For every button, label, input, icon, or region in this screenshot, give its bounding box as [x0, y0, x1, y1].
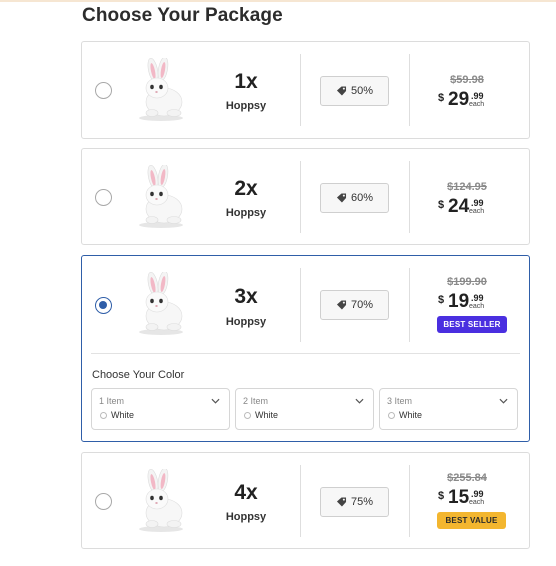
column-divider: [300, 268, 301, 342]
price-dollars: 19: [448, 291, 470, 312]
best-value-badge: BEST VALUE: [437, 512, 506, 529]
currency-symbol: $: [438, 199, 445, 211]
column-divider: [300, 161, 301, 233]
discount-value: 70%: [350, 299, 374, 311]
price-dollars: 15: [448, 487, 470, 508]
column-divider: [409, 54, 410, 126]
column-divider: [300, 54, 301, 126]
original-price: $59.98: [450, 74, 484, 86]
package-quantity: 2x: [234, 177, 258, 200]
discount-badge: 50%: [320, 76, 389, 106]
discount-badge: 60%: [320, 183, 389, 213]
select-color-value: White: [388, 410, 422, 420]
package-radio[interactable]: [95, 82, 112, 99]
currency-symbol: $: [438, 92, 445, 104]
original-price: $199.90: [447, 276, 487, 288]
package-quantity: 1x: [234, 70, 258, 93]
tag-icon: [336, 300, 347, 310]
package-radio[interactable]: [95, 297, 112, 314]
color-value-text: White: [111, 410, 135, 420]
column-divider: [409, 465, 410, 537]
discount-value: 50%: [350, 85, 374, 97]
price-dollars: 24: [448, 196, 470, 217]
product-name: Hoppsy: [225, 100, 267, 112]
chevron-down-icon: [499, 398, 508, 404]
price-cents: .99: [471, 198, 484, 208]
price-each: each: [469, 303, 485, 310]
select-color-value: White: [244, 410, 278, 420]
tag-icon: [336, 497, 347, 507]
color-select-item-3[interactable]: 3 Item White: [379, 388, 518, 430]
product-name: Hoppsy: [225, 511, 267, 523]
price-each: each: [469, 499, 485, 506]
column-divider: [409, 268, 410, 342]
original-price: $255.84: [447, 472, 487, 484]
color-picker-title: Choose Your Color: [92, 369, 185, 381]
price-cents: .99: [471, 91, 484, 101]
color-dot-icon: [388, 411, 395, 419]
tag-icon: [336, 193, 347, 203]
price-cents: .99: [471, 489, 484, 499]
discount-value: 75%: [350, 496, 374, 508]
price-each: each: [469, 208, 485, 215]
bunny-plush-image: [130, 469, 190, 533]
color-select-item-2[interactable]: 2 Item White: [235, 388, 374, 430]
color-value-text: White: [255, 410, 279, 420]
price-cents: .99: [471, 293, 484, 303]
best-seller-badge: BEST SELLER: [437, 316, 507, 333]
discount-badge: 70%: [320, 290, 389, 320]
price-each: each: [469, 101, 485, 108]
chevron-down-icon: [355, 398, 364, 404]
chevron-down-icon: [211, 398, 220, 404]
product-name: Hoppsy: [225, 207, 267, 219]
bunny-plush-image: [130, 165, 190, 229]
package-radio[interactable]: [95, 493, 112, 510]
select-item-label: 2 Item: [243, 396, 269, 406]
column-divider: [300, 465, 301, 537]
package-radio[interactable]: [95, 189, 112, 206]
original-price: $124.95: [447, 181, 487, 193]
currency-symbol: $: [438, 294, 445, 306]
package-card-3x[interactable]: 3x Hoppsy 70% $199.90 $ 19 .99 each BEST…: [81, 255, 530, 442]
bunny-plush-image: [130, 58, 190, 122]
currency-symbol: $: [438, 490, 445, 502]
select-item-label: 1 Item: [99, 396, 125, 406]
top-divider: [0, 0, 556, 2]
package-quantity: 4x: [234, 481, 258, 504]
select-item-label: 3 Item: [387, 396, 413, 406]
select-color-value: White: [100, 410, 134, 420]
column-divider: [409, 161, 410, 233]
section-divider: [91, 353, 520, 354]
price-dollars: 29: [448, 89, 470, 110]
color-dot-icon: [100, 411, 107, 419]
color-select-item-1[interactable]: 1 Item White: [91, 388, 230, 430]
package-card-2x[interactable]: 2x Hoppsy 60% $124.95 $ 24 .99 each: [81, 148, 530, 245]
discount-value: 60%: [350, 192, 374, 204]
bunny-plush-image: [130, 272, 190, 336]
page-title: Choose Your Package: [82, 5, 283, 26]
discount-badge: 75%: [320, 487, 389, 517]
color-dot-icon: [244, 411, 251, 419]
product-name: Hoppsy: [225, 316, 267, 328]
package-card-1x[interactable]: 1x Hoppsy 50% $59.98 $ 29 .99 each: [81, 41, 530, 139]
package-quantity: 3x: [234, 285, 258, 308]
color-value-text: White: [399, 410, 423, 420]
package-card-4x[interactable]: 4x Hoppsy 75% $255.84 $ 15 .99 each BEST…: [81, 452, 530, 549]
tag-icon: [336, 86, 347, 96]
